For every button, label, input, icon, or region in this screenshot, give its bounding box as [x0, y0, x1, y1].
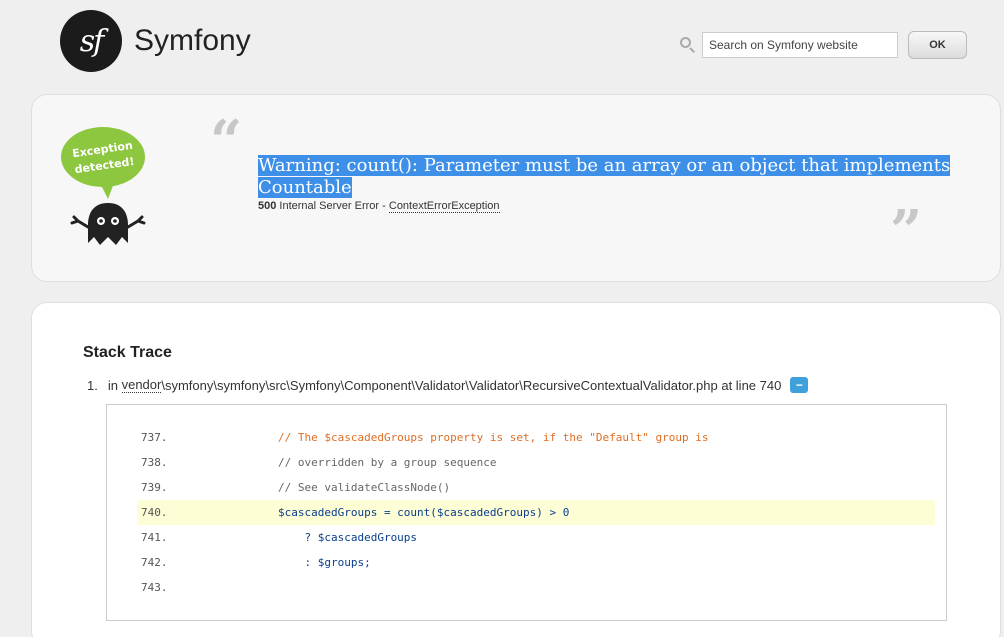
code-line-number: 738. [141, 456, 168, 469]
trace-item-vendor[interactable]: vendor [121, 377, 162, 393]
code-line-source: // The $cascadedGroups property is set, … [225, 431, 709, 444]
trace-item-path: \symfony\symfony\src\Symfony\Component\V… [161, 377, 718, 393]
code-line: 738. // overridden by a group sequence [137, 450, 935, 475]
exception-ghost-icon: Exception detected! [61, 127, 146, 245]
trace-item-line: at line 740 [721, 377, 782, 393]
code-line: 743. [137, 575, 935, 600]
exception-summary: Exception detected! “ Warning: count(): … [31, 94, 1001, 282]
code-line-source: // See validateClassNode() [225, 481, 451, 494]
code-line: 741. ? $cascadedGroups [137, 525, 935, 550]
code-line: 739. // See validateClassNode() [137, 475, 935, 500]
stack-trace-panel: Stack Trace 1. in vendor \symfony\symfony… [31, 302, 1001, 637]
code-line-source: : $groups; [225, 556, 371, 569]
quote-open-icon: “ [210, 108, 243, 174]
code-line-source: ? $cascadedGroups [225, 531, 418, 544]
page-header: sf Symfony OK [0, 0, 1004, 90]
code-line-number: 741. [141, 531, 168, 544]
quote-close-icon: ” [890, 198, 923, 264]
code-line: 742. : $groups; [137, 550, 935, 575]
code-line-number: 743. [141, 581, 168, 594]
collapse-toggle-button[interactable]: − [790, 377, 809, 393]
code-line: 737. // The $cascadedGroups property is … [137, 425, 935, 450]
code-line-number: 739. [141, 481, 168, 494]
code-line: 740. $cascadedGroups = count($cascadedGr… [137, 500, 935, 525]
code-excerpt: 737. // The $cascadedGroups property is … [106, 404, 947, 621]
logo-mark: sf [60, 10, 122, 72]
stack-trace-title: Stack Trace [83, 344, 172, 361]
status-text: Internal Server Error [279, 200, 380, 212]
code-line-source: // overridden by a group sequence [225, 456, 497, 469]
search-input[interactable] [702, 32, 898, 58]
logo-text: Symfony [134, 24, 251, 57]
exception-message-text: Warning: count(): Parameter must be an a… [258, 155, 951, 198]
code-line-number: 740. [141, 506, 168, 519]
exception-status: 500 Internal Server Error - ContextError… [258, 200, 500, 213]
code-line-number: 742. [141, 556, 168, 569]
status-separator: - [382, 200, 386, 212]
search-ok-button[interactable]: OK [908, 31, 967, 59]
trace-item: 1. in vendor \symfony\symfony\src\Symfony… [87, 377, 809, 393]
search-form: OK [680, 31, 967, 59]
code-line-source: $cascadedGroups = count($cascadedGroups)… [225, 506, 570, 519]
code-line-number: 737. [141, 431, 168, 444]
status-code: 500 [258, 200, 277, 212]
symfony-logo[interactable]: sf Symfony [60, 10, 251, 72]
trace-item-in: in [107, 377, 118, 393]
exception-message: Warning: count(): Parameter must be an a… [258, 155, 958, 199]
exception-class[interactable]: ContextErrorException [388, 200, 500, 213]
search-icon [680, 37, 696, 53]
trace-item-number: 1. [87, 377, 98, 393]
logo-mark-text: sf [79, 23, 104, 59]
